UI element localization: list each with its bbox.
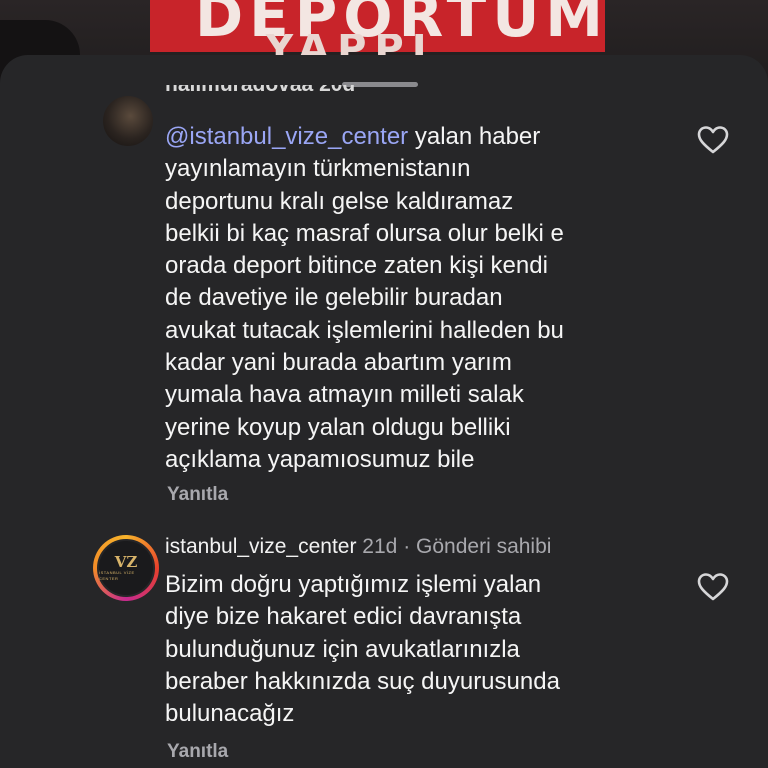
- comment-meta: hallmuradovaa 20d: [165, 85, 355, 99]
- avatar-logo-sub: İSTANBUL VİZE CENTER: [99, 569, 135, 581]
- avatar-logo: VZ İSTANBUL VİZE CENTER: [97, 539, 155, 597]
- comment-body: Bizim doğru yaptığımız işlemi yalan diye…: [165, 571, 560, 728]
- comment-text: @istanbul_vize_center yalan haber yayınl…: [165, 121, 685, 476]
- reply-button[interactable]: Yanıtla: [167, 484, 228, 506]
- comment-username[interactable]: hallmuradovaa: [165, 85, 313, 96]
- comment-body: yalan haber yayınlamayın türkmenistanın …: [165, 123, 564, 473]
- reply-button[interactable]: Yanıtla: [167, 741, 228, 763]
- meta-separator: ·: [403, 535, 411, 558]
- comment-age: 20d: [319, 85, 355, 96]
- comment-username[interactable]: istanbul_vize_center: [165, 535, 356, 558]
- mention-link[interactable]: @istanbul_vize_center: [165, 123, 408, 150]
- avatar[interactable]: VZ İSTANBUL VİZE CENTER: [93, 535, 159, 601]
- avatar-logo-mark: VZ: [114, 552, 138, 571]
- author-badge: Gönderi sahibi: [416, 535, 552, 558]
- avatar[interactable]: [103, 96, 153, 146]
- comment-meta: istanbul_vize_center 21d · Gönderi sahib…: [165, 535, 551, 559]
- comment-age: 21d: [362, 535, 398, 558]
- heart-outline-icon[interactable]: [697, 572, 729, 602]
- comments-sheet: hallmuradovaa 20d @istanbul_vize_center …: [0, 55, 768, 768]
- heart-outline-icon[interactable]: [697, 125, 729, 155]
